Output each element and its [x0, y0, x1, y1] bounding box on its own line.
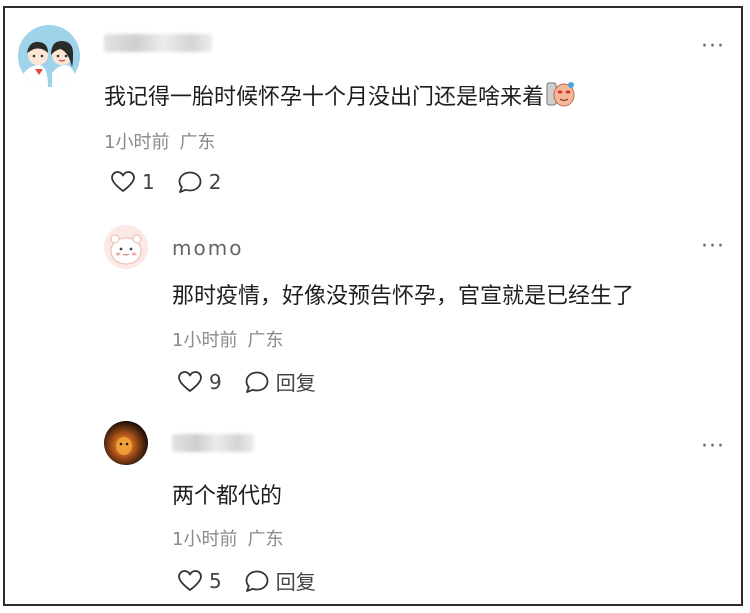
comment-actions: 5 回复: [177, 566, 316, 595]
more-options-button[interactable]: ···: [701, 436, 725, 458]
location: 广东: [247, 330, 284, 351]
username-blurred[interactable]: [104, 34, 212, 52]
heart-icon: [178, 370, 202, 392]
comment-bubble-icon: [245, 570, 269, 592]
username[interactable]: momo: [172, 236, 243, 260]
like-count: 5: [209, 568, 222, 593]
timestamp: 1小时前: [104, 132, 170, 153]
like-count: 9: [209, 369, 222, 394]
comment-bubble-icon: [178, 171, 202, 193]
comment-bubble-icon: [245, 371, 269, 393]
comment-thread: ··· 我记得一胎时候怀孕十个月没出门还是啥来着 1小时前 广东 1 2 mom…: [3, 6, 743, 606]
more-options-button[interactable]: ···: [701, 36, 725, 58]
comment-actions: 9 回复: [177, 367, 316, 396]
avatar[interactable]: [104, 421, 148, 465]
like-count: 1: [142, 170, 155, 194]
avatar[interactable]: [104, 225, 148, 269]
avatar[interactable]: [18, 25, 80, 87]
dark-photo-avatar-icon: [104, 421, 148, 465]
location: 广东: [179, 132, 216, 153]
comment-text: 两个都代的: [172, 484, 283, 509]
comment-text-content: 我记得一胎时候怀孕十个月没出门还是啥来着: [104, 85, 545, 110]
heart-icon: [111, 171, 135, 192]
timestamp: 1小时前: [172, 330, 238, 351]
cartoon-bear-avatar-icon: [104, 225, 148, 269]
username-blurred[interactable]: [172, 434, 254, 452]
reply-label: 回复: [275, 371, 316, 395]
comment-text: 那时疫情，好像没预告怀孕，官宣就是已经生了: [172, 284, 635, 309]
reply-button[interactable]: 回复: [244, 566, 316, 595]
heart-icon: [178, 569, 202, 591]
comment-text: 我记得一胎时候怀孕十个月没出门还是啥来着: [104, 79, 576, 114]
comment-meta: 1小时前 广东: [172, 326, 283, 352]
comment-actions: 1 2: [110, 170, 221, 194]
like-button[interactable]: 9: [177, 370, 222, 394]
like-button[interactable]: 5: [177, 569, 222, 593]
reply-button[interactable]: 回复: [244, 367, 316, 396]
comment-meta: 1小时前 广东: [104, 128, 215, 154]
timestamp: 1小时前: [172, 529, 238, 550]
location: 广东: [247, 529, 284, 550]
more-options-button[interactable]: ···: [701, 236, 725, 258]
reply-label: 回复: [275, 570, 316, 594]
reply-label: 2: [208, 170, 222, 194]
face-sticker-icon: [546, 80, 576, 114]
couple-avatar-icon: [18, 25, 80, 87]
like-button[interactable]: 1: [110, 170, 155, 194]
reply-button[interactable]: 2: [177, 170, 222, 194]
comment-meta: 1小时前 广东: [172, 525, 283, 551]
